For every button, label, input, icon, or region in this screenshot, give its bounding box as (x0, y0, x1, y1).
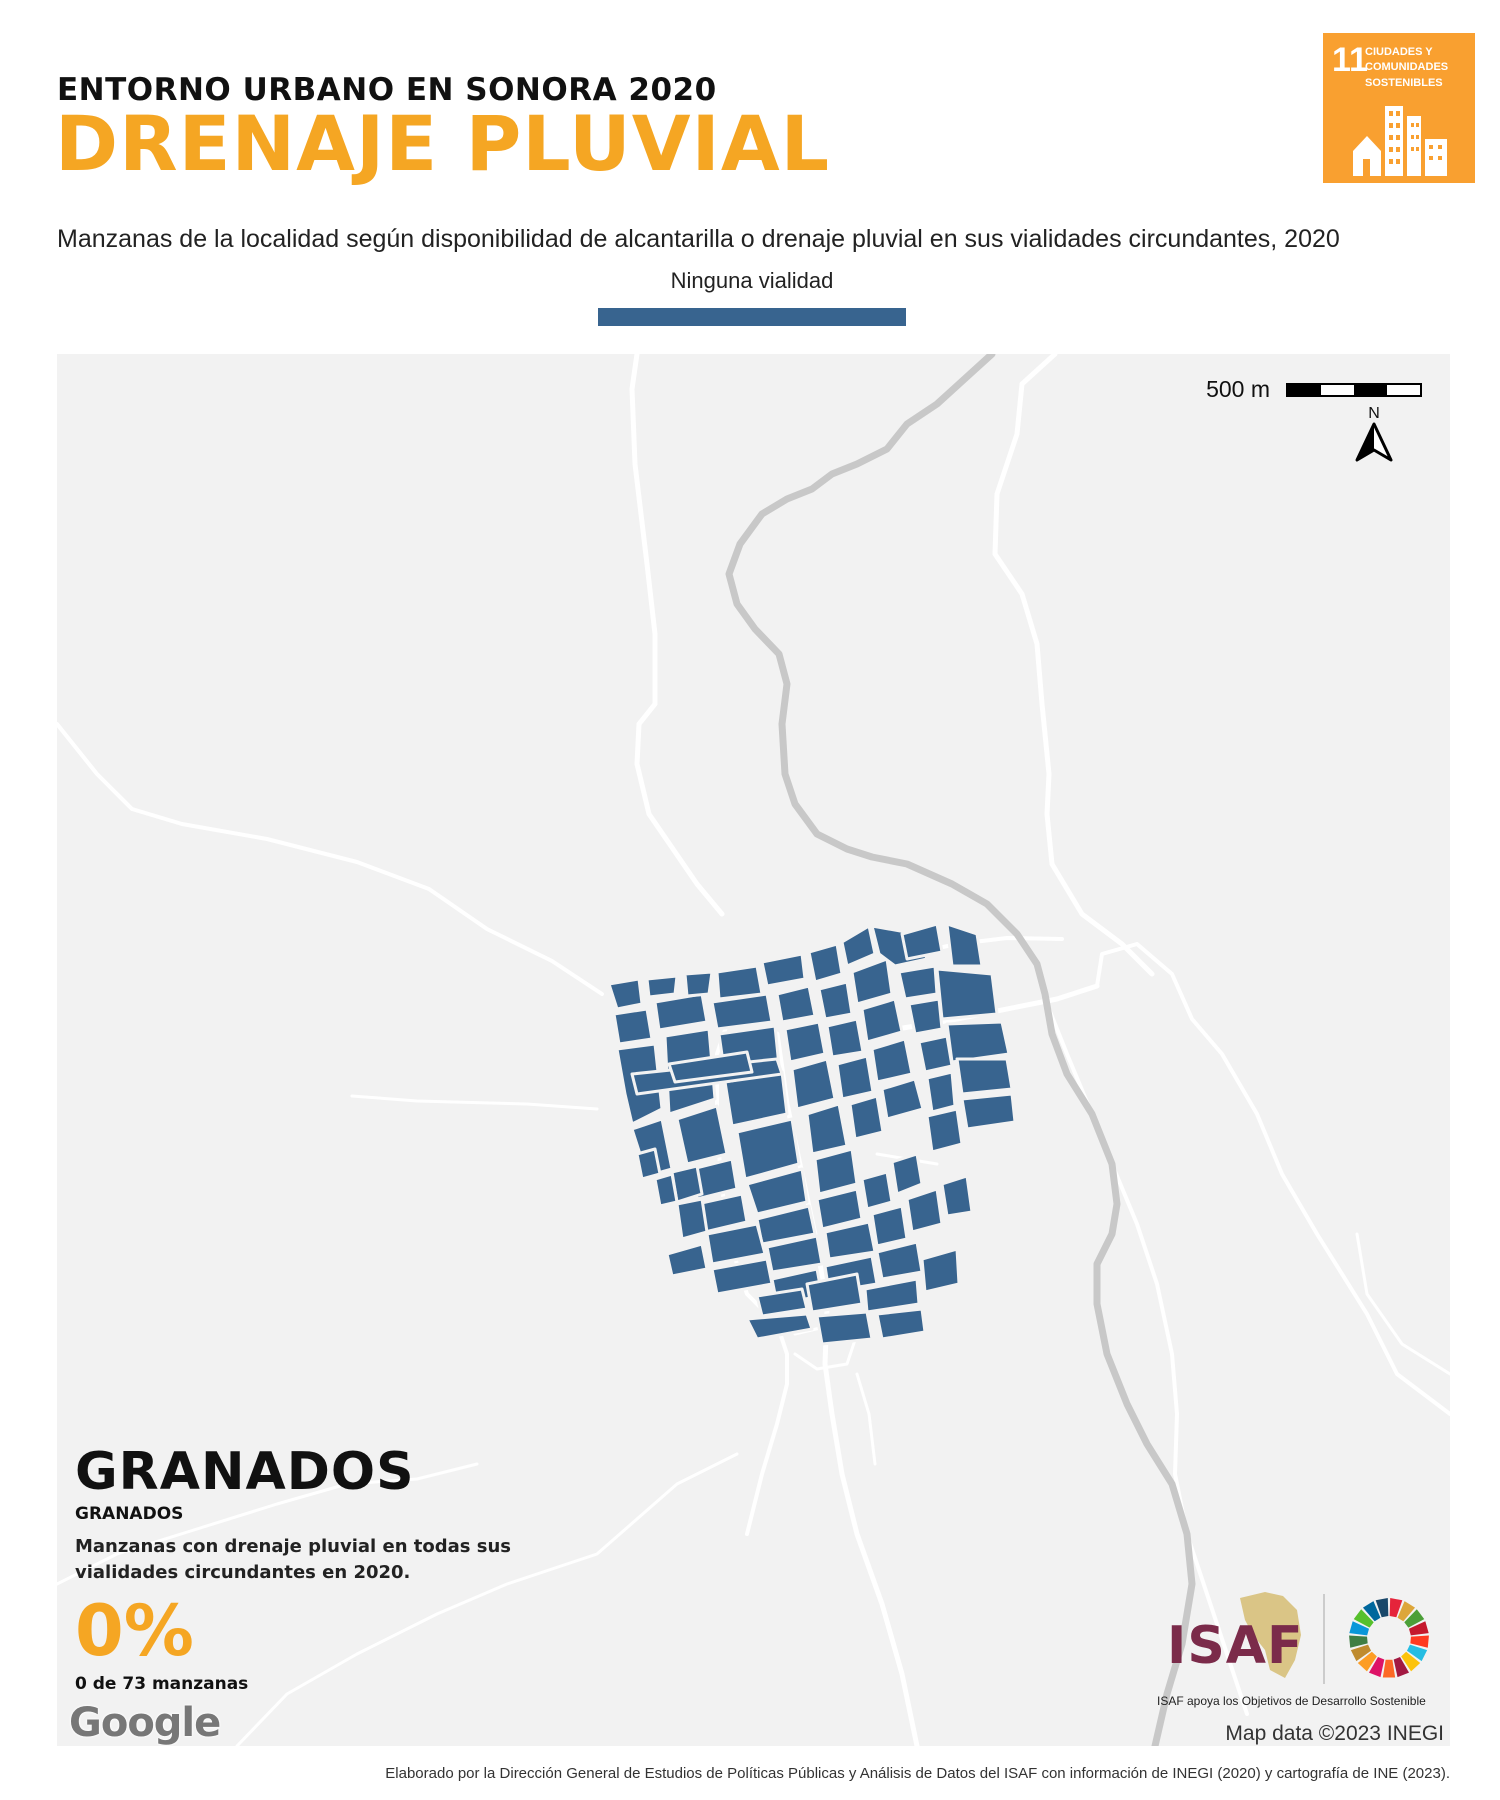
page-subtitle: Manzanas de la localidad según disponibi… (57, 225, 1340, 253)
sdg-wheel-icon (1349, 1598, 1429, 1678)
block (760, 952, 807, 988)
road-west-short (350, 1094, 599, 1111)
road-north-main (629, 354, 725, 917)
scale-bar: 500 m (1206, 376, 1422, 403)
block (897, 964, 939, 1001)
road-west (57, 722, 604, 996)
block (665, 1242, 709, 1278)
north-arrow-icon (1355, 422, 1393, 462)
map[interactable]: 500 m N GRANADOS GRANADOS Manzanas con d… (57, 354, 1450, 1746)
block (875, 1307, 927, 1341)
block (870, 1204, 909, 1248)
sdg-number: 11 (1332, 41, 1368, 79)
block (917, 1034, 954, 1074)
block (925, 1107, 964, 1154)
block (645, 974, 679, 999)
google-logo: Google (69, 1700, 221, 1746)
summary-count: 0 de 73 manzanas (75, 1674, 249, 1695)
road-far-east (1355, 1232, 1450, 1376)
block (935, 967, 999, 1021)
road-east-valley (1095, 942, 1450, 1416)
block (945, 922, 984, 968)
block (870, 1037, 914, 1084)
block (960, 1092, 1017, 1131)
block (835, 1054, 875, 1101)
urban-blocks (607, 922, 1017, 1346)
block (840, 924, 877, 968)
legend-swatch (598, 308, 906, 326)
north-label: N (1368, 405, 1380, 422)
block (945, 1020, 1011, 1064)
city-icon (1353, 106, 1447, 176)
block (860, 1170, 894, 1211)
sdg-11-badge: 11 CIUDADES Y COMUNIDADES SOSTENIBLES (1323, 33, 1475, 183)
block (925, 1070, 957, 1114)
block (815, 1187, 864, 1231)
block (715, 964, 764, 1001)
block (653, 992, 709, 1032)
summary-description: Manzanas con drenaje pluvial en todas su… (75, 1536, 511, 1584)
block (940, 1174, 974, 1218)
isaf-logo: ISAF (1167, 1616, 1304, 1676)
block (890, 1152, 924, 1196)
block (755, 1287, 809, 1318)
legend: Ninguna vialidad (598, 268, 906, 326)
scale-label: 500 m (1206, 376, 1270, 402)
block (955, 1057, 1014, 1096)
legend-label: Ninguna vialidad (670, 268, 834, 293)
block (880, 1077, 925, 1121)
block (735, 1117, 801, 1181)
block (875, 1240, 924, 1281)
map-attribution: Map data ©2023 INEGI (1225, 1722, 1444, 1745)
block (817, 980, 854, 1021)
block (860, 997, 904, 1044)
logo-divider (1323, 1594, 1325, 1684)
page-title: DRENAJE PLUVIAL (55, 99, 831, 188)
isaf-caption: ISAF apoya los Objetivos de Desarrollo S… (1157, 1694, 1426, 1708)
block (907, 997, 944, 1036)
block (775, 984, 817, 1024)
road-northeast (992, 354, 1155, 977)
block (745, 1312, 814, 1341)
block (805, 1102, 849, 1156)
sdg-wheel-segment (1382, 1659, 1396, 1678)
summary-percentage: 0% (75, 1590, 194, 1673)
block (607, 977, 644, 1011)
footer-credits: Elaborado por la Dirección General de Es… (385, 1765, 1450, 1782)
scale-graphic (1286, 382, 1422, 397)
block (815, 1310, 874, 1346)
block (783, 1020, 827, 1064)
road-block-south (855, 1372, 877, 1466)
north-arrow: N (1353, 405, 1395, 462)
block (790, 1057, 837, 1111)
block (653, 1172, 679, 1208)
block (675, 1197, 709, 1241)
municipality-name: GRANADOS (75, 1504, 184, 1524)
block (905, 1187, 944, 1234)
block (900, 922, 944, 961)
block (635, 1147, 662, 1181)
block (710, 992, 774, 1031)
block (848, 1094, 885, 1141)
block (807, 942, 844, 984)
locality-name: GRANADOS (75, 1442, 415, 1502)
block (850, 957, 894, 1006)
block (612, 1007, 654, 1046)
block (683, 970, 714, 998)
locality-summary: GRANADOS GRANADOS Manzanas con drenaje p… (75, 1446, 545, 1694)
block (813, 1147, 859, 1196)
block (675, 1104, 729, 1166)
block (825, 1017, 865, 1059)
block (920, 1247, 961, 1294)
sdg-label: CIUDADES Y COMUNIDADES SOSTENIBLES (1365, 46, 1449, 89)
isaf-logo-block: ISAF ISAF apoya los Objetivos de Desarro… (1157, 1588, 1447, 1708)
block (710, 1257, 774, 1296)
